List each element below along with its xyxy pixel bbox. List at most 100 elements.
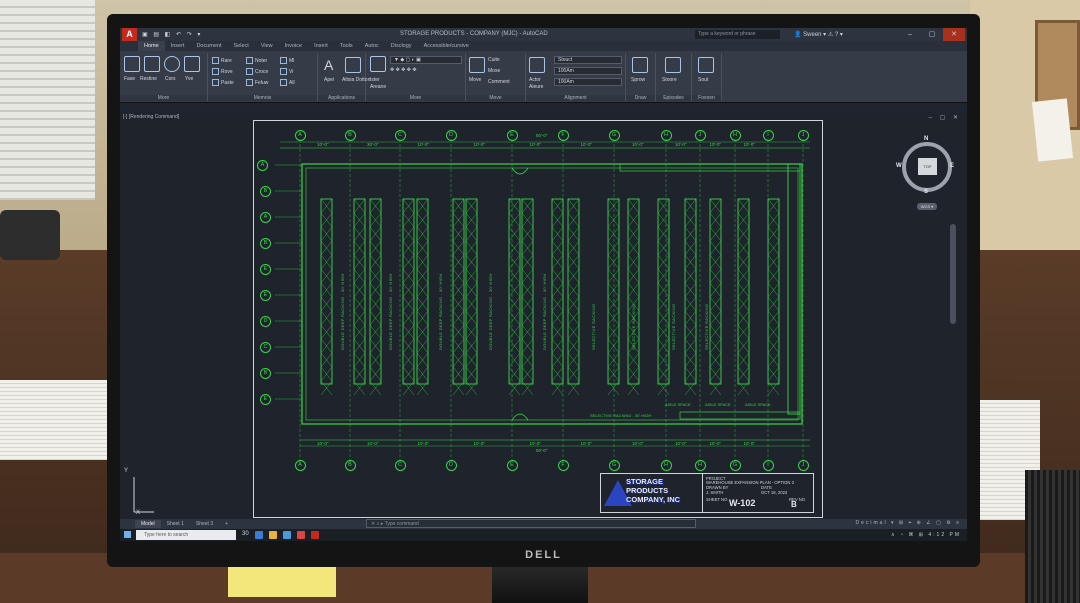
tool-move[interactable]: Move: [469, 77, 481, 83]
tab-invoice[interactable]: Invoice: [279, 41, 308, 51]
tool-sout[interactable]: Sout: [698, 77, 708, 83]
tool-ister[interactable]: Ister: [370, 77, 380, 83]
panel-title-fosoen[interactable]: Fosoen: [692, 95, 721, 101]
tool-noter[interactable]: Noter: [246, 57, 267, 64]
tool-rove[interactable]: Rove: [212, 68, 233, 75]
dimension-icon[interactable]: [345, 57, 361, 73]
text-icon[interactable]: A: [324, 57, 333, 73]
pinned-note: [1031, 98, 1074, 162]
tab-model[interactable]: Model: [135, 520, 161, 528]
tool-apei[interactable]: Apei: [324, 77, 334, 83]
rack-frame: [567, 198, 580, 385]
minimize-icon[interactable]: –: [899, 28, 921, 41]
tab-document[interactable]: Document: [190, 41, 227, 51]
panel-draw: Fase Restine Cors Yve More: [120, 53, 208, 101]
tab-disclogy[interactable]: Disclogy: [385, 41, 418, 51]
command-line-input[interactable]: ✕ ⌕ ▸ Type command: [366, 519, 696, 528]
navigation-bar[interactable]: [950, 224, 956, 324]
tool-croce[interactable]: Croce: [246, 68, 268, 75]
tool-paste[interactable]: Paste: [212, 79, 234, 86]
tab-home[interactable]: Home: [138, 41, 165, 51]
panel-title-applications[interactable]: Applications: [318, 95, 365, 101]
move-icon[interactable]: [469, 57, 485, 73]
viewcube[interactable]: TOP: [902, 142, 952, 192]
weather-temp[interactable]: 30: [242, 531, 249, 539]
maximize-icon[interactable]: ▢: [921, 28, 943, 41]
store-icon[interactable]: [282, 531, 291, 539]
tab-sheet-3[interactable]: Sheet 3: [190, 520, 219, 528]
tool-cors[interactable]: Cors: [165, 76, 176, 82]
tool-aieure[interactable]: Aieure: [529, 84, 543, 90]
layer-combo[interactable]: ▼ ◆ ▢ ◐ ▣: [390, 56, 462, 64]
tool-feluw[interactable]: Feluw: [246, 79, 268, 86]
explorer-icon[interactable]: [268, 531, 277, 539]
tool-ml[interactable]: Ml: [280, 57, 294, 64]
compass-south[interactable]: S: [924, 189, 928, 195]
tool-yve[interactable]: Yve: [185, 76, 193, 82]
close-icon[interactable]: ✕: [943, 28, 965, 41]
user-account[interactable]: 👤 Sween ▾ ⚠ ? ▾: [794, 31, 843, 38]
tab-view[interactable]: View: [255, 41, 279, 51]
tab-tools[interactable]: Tools: [334, 41, 359, 51]
panel-title-move[interactable]: Move: [466, 95, 525, 101]
chrome-icon[interactable]: [296, 531, 305, 539]
tab-accessible[interactable]: Accessible/cursive: [418, 41, 475, 51]
layer-tools-icon[interactable]: ✥ ✥ ✥ ✥ ✥: [390, 67, 417, 73]
panel-title-episodes[interactable]: Episodes: [656, 95, 691, 101]
tool-stoore[interactable]: Stoore: [662, 77, 677, 83]
episodes-icon[interactable]: [665, 57, 681, 73]
grid-bubble-row: D: [260, 316, 271, 327]
tab-insert[interactable]: Insert: [165, 41, 191, 51]
compass-west[interactable]: W: [896, 163, 902, 169]
grid-bubble-bottom: B: [344, 460, 356, 471]
tool-restine[interactable]: Restine: [140, 76, 157, 82]
tool-areane[interactable]: Areane: [370, 84, 386, 90]
autocad-taskbar-icon[interactable]: [310, 531, 319, 539]
edge-icon[interactable]: [254, 531, 263, 539]
arc-icon[interactable]: [184, 56, 200, 72]
line-icon[interactable]: [124, 56, 140, 72]
system-tray[interactable]: ∧ ◔ ⌘ ⊞ 4:12 PM: [891, 532, 961, 538]
tool-cuite[interactable]: Cuite: [488, 57, 500, 63]
tool-vi[interactable]: Vi: [280, 68, 293, 75]
layer-properties-icon[interactable]: [370, 56, 386, 72]
rack-frame: [737, 198, 750, 385]
folder-icon[interactable]: [698, 57, 714, 73]
add-layout-button[interactable]: +: [219, 520, 234, 528]
quick-access-toolbar[interactable]: ▣ ▤ ◧ ↶ ↷ ▾: [142, 31, 202, 38]
viewcube-top-face[interactable]: TOP: [918, 158, 937, 175]
taskbar-search-input[interactable]: Type here to search: [136, 530, 236, 540]
tab-autoc[interactable]: Autoc: [359, 41, 385, 51]
compass-east[interactable]: E: [950, 163, 954, 169]
polyline-icon[interactable]: [144, 56, 160, 72]
status-bar-tools[interactable]: Decimal ▾ ⊞ ⌖ ⊕ ∠ ▢ ⚙ ≡: [856, 520, 961, 526]
panel-title-more-2[interactable]: More: [366, 95, 465, 101]
autocad-logo-icon[interactable]: A: [122, 28, 137, 41]
tool-mose[interactable]: Mose: [488, 68, 500, 74]
tool-actor[interactable]: Actor: [529, 77, 541, 83]
help-search-input[interactable]: Type a keyword or phrase: [695, 30, 780, 39]
linetype-combo[interactable]: Stouct: [554, 56, 622, 64]
draw-icon[interactable]: [632, 57, 648, 73]
tool-fase[interactable]: Fase: [124, 76, 135, 82]
panel-title-draw[interactable]: Draw: [626, 95, 655, 101]
tool-comment[interactable]: Comment: [488, 79, 510, 85]
drawing-canvas[interactable]: [-] [Rendering Command] – ▢ ✕ AABBCCDDEE…: [120, 112, 967, 519]
tool-all[interactable]: All: [280, 79, 295, 86]
lineweight-combo[interactable]: 100Am: [554, 67, 622, 75]
wcs-menu[interactable]: WCS ▾: [917, 203, 937, 210]
tool-sprow[interactable]: Sprow: [631, 77, 645, 83]
tab-sheet-1[interactable]: Sheet 1: [161, 520, 190, 528]
scale-combo[interactable]: 100Am: [554, 78, 622, 86]
windows-start-icon[interactable]: [124, 531, 131, 538]
circle-icon[interactable]: [164, 56, 180, 72]
compass-north[interactable]: N: [924, 136, 928, 142]
panel-title-alignment[interactable]: Alignment: [526, 95, 625, 101]
ml-icon: [280, 57, 287, 64]
panel-title-more[interactable]: More: [120, 95, 207, 101]
align-icon[interactable]: [529, 57, 545, 73]
tab-insert-2[interactable]: Insert: [308, 41, 334, 51]
tool-rare[interactable]: Rare: [212, 57, 232, 64]
panel-title-memois[interactable]: Memois: [208, 95, 317, 101]
tab-select[interactable]: Select: [228, 41, 255, 51]
